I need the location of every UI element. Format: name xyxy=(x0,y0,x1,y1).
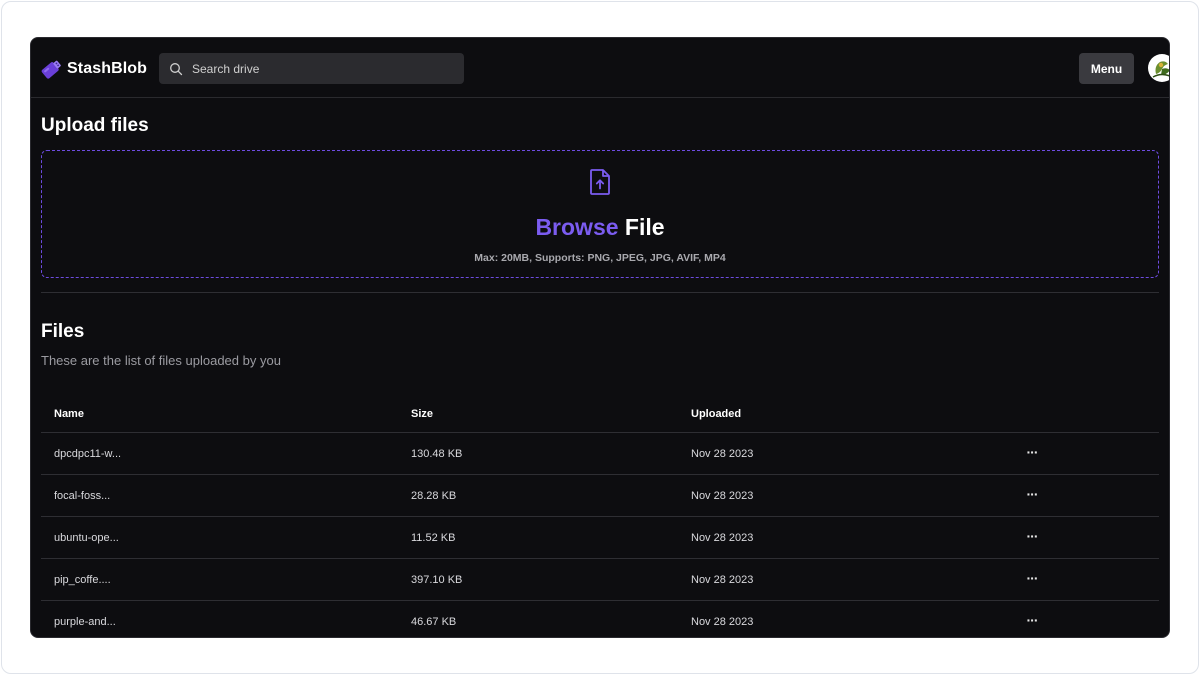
file-size: 397.10 KB xyxy=(411,573,463,586)
file-size: 11.52 KB xyxy=(411,531,456,544)
more-horizontal-icon[interactable]: ··· xyxy=(1021,559,1043,600)
more-horizontal-icon[interactable]: ··· xyxy=(1021,433,1043,474)
table-header: Name Size Uploaded xyxy=(41,395,1159,433)
file-uploaded-date: Nov 28 2023 xyxy=(691,489,754,502)
table-row[interactable]: purple-and... 46.67 KB Nov 28 2023 ··· xyxy=(41,601,1159,637)
search-icon xyxy=(170,62,183,75)
column-header-uploaded[interactable]: Uploaded xyxy=(691,395,741,432)
file-name[interactable]: dpcdpc11-w... xyxy=(54,433,121,474)
file-size: 46.67 KB xyxy=(411,615,457,628)
file-uploaded-date: Nov 28 2023 xyxy=(691,531,754,544)
user-avatar[interactable] xyxy=(1148,54,1169,82)
usb-drive-icon[interactable] xyxy=(37,55,65,83)
upload-limits-hint: Max: 20MB, Supports: PNG, JPEG, JPG, AVI… xyxy=(474,252,726,264)
file-uploaded-date: Nov 28 2023 xyxy=(691,615,754,628)
brand-name[interactable]: StashBlob xyxy=(67,60,147,78)
app-window: StashBlob Menu Upload files xyxy=(30,37,1170,638)
more-horizontal-icon[interactable]: ··· xyxy=(1021,601,1043,637)
file-name[interactable]: ubuntu-ope... xyxy=(54,517,119,558)
column-header-name[interactable]: Name xyxy=(54,395,84,432)
file-uploaded-date: Nov 28 2023 xyxy=(691,447,754,460)
file-dropzone[interactable]: Browse File Max: 20MB, Supports: PNG, JP… xyxy=(41,150,1159,278)
file-size: 28.28 KB xyxy=(411,489,457,502)
files-section-title: Files xyxy=(41,321,85,342)
upload-section-title: Upload files xyxy=(41,115,149,136)
files-table: Name Size Uploaded dpcdpc11-w... 130.48 … xyxy=(41,395,1159,637)
browse-file-line: Browse File xyxy=(42,214,1158,241)
file-uploaded-date: Nov 28 2023 xyxy=(691,573,754,586)
table-row[interactable]: pip_coffe.... 397.10 KB Nov 28 2023 ··· xyxy=(41,559,1159,601)
files-subtitle: These are the list of files uploaded by … xyxy=(41,353,281,368)
file-name[interactable]: focal-foss... xyxy=(54,475,110,516)
file-size: 130.48 KB xyxy=(411,447,463,460)
file-name[interactable]: purple-and... xyxy=(54,601,116,637)
file-upload-icon xyxy=(590,169,610,195)
search-bar[interactable] xyxy=(159,53,464,84)
file-label: File xyxy=(624,214,665,240)
section-divider xyxy=(41,292,1159,293)
table-row[interactable]: focal-foss... 28.28 KB Nov 28 2023 ··· xyxy=(41,475,1159,517)
table-row[interactable]: ubuntu-ope... 11.52 KB Nov 28 2023 ··· xyxy=(41,517,1159,559)
table-row[interactable]: dpcdpc11-w... 130.48 KB Nov 28 2023 ··· xyxy=(41,433,1159,475)
browse-link[interactable]: Browse xyxy=(535,214,618,240)
top-bar: StashBlob Menu xyxy=(31,38,1169,98)
more-horizontal-icon[interactable]: ··· xyxy=(1021,475,1043,516)
search-input[interactable] xyxy=(192,61,442,76)
more-horizontal-icon[interactable]: ··· xyxy=(1021,517,1043,558)
menu-button[interactable]: Menu xyxy=(1079,53,1134,84)
column-header-size[interactable]: Size xyxy=(411,395,433,432)
avatar-image xyxy=(1148,54,1169,82)
file-name[interactable]: pip_coffe.... xyxy=(54,559,111,600)
